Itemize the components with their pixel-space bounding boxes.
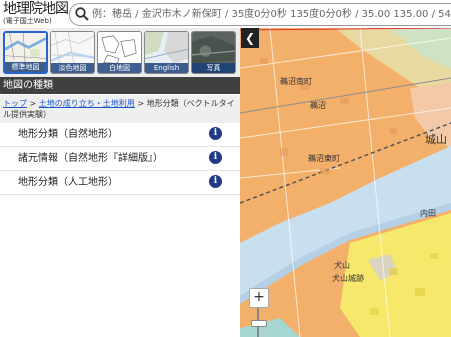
collapse-panel-button[interactable]: ❮ bbox=[241, 28, 259, 48]
breadcrumb: トップ > 土地の成り立ち・土地利用 > 地形分類（ベクトルタイル提供実験） bbox=[0, 95, 240, 123]
map-type-pale[interactable]: 淡色地図 bbox=[50, 31, 95, 74]
map-type-standard[interactable]: 標準地図 bbox=[3, 31, 48, 74]
chevron-left-icon: ❮ bbox=[244, 31, 256, 45]
search-box bbox=[69, 3, 451, 26]
map-label: 内田 bbox=[420, 209, 436, 218]
breadcrumb-separator: > bbox=[134, 99, 147, 108]
panel-heading: 地図の種類 bbox=[0, 77, 240, 94]
app-subtitle: (電子国土Web) bbox=[3, 17, 52, 25]
breadcrumb-level1-link[interactable]: 土地の成り立ち・土地利用 bbox=[39, 99, 135, 108]
map-type-blank[interactable]: 白地図 bbox=[97, 31, 142, 74]
map-type-label: 淡色地図 bbox=[51, 63, 94, 73]
breadcrumb-separator: > bbox=[27, 99, 39, 108]
zoom-in-button[interactable]: + bbox=[249, 288, 269, 308]
map-canvas[interactable]: 鵜沼南町 鵜沼 城山 鵜沼東町 犬山 犬山城跡 内田 bbox=[240, 28, 451, 337]
map-type-selector: 標準地図 淡色地図 白地図 English 写真 bbox=[0, 28, 240, 77]
list-item-label: 地形分類（自然地形） bbox=[18, 129, 118, 140]
layer-list: 地形分類（自然地形） i 諸元情報（自然地形『詳細版』） i 地形分類（人工地形… bbox=[0, 123, 240, 195]
zoom-slider-handle[interactable] bbox=[251, 320, 267, 327]
landform-map bbox=[240, 28, 451, 337]
search-input[interactable] bbox=[92, 4, 451, 25]
header-bar: 地理院地図 (電子国土Web) bbox=[0, 0, 451, 29]
list-item-label: 地形分類（人工地形） bbox=[18, 177, 118, 188]
breadcrumb-top-link[interactable]: トップ bbox=[3, 99, 27, 108]
app-logo[interactable]: 地理院地図 (電子国土Web) bbox=[3, 1, 69, 26]
map-label: 犬山 bbox=[334, 261, 350, 270]
map-type-photo[interactable]: 写真 bbox=[191, 31, 236, 74]
info-icon[interactable]: i bbox=[209, 175, 222, 188]
map-type-english[interactable]: English bbox=[144, 31, 189, 74]
app-title: 地理院地図 bbox=[3, 1, 69, 17]
map-type-label: 写真 bbox=[192, 63, 235, 73]
list-item-label: 諸元情報（自然地形『詳細版』） bbox=[18, 153, 163, 164]
map-type-label: 白地図 bbox=[98, 63, 141, 73]
map-label: 鵜沼 bbox=[310, 101, 326, 110]
map-label: 鵜沼南町 bbox=[280, 77, 312, 86]
list-item-natural-landform[interactable]: 地形分類（自然地形） i bbox=[0, 123, 240, 147]
list-item-detailed-info[interactable]: 諸元情報（自然地形『詳細版』） i bbox=[0, 147, 240, 171]
map-type-label: English bbox=[145, 63, 188, 73]
map-type-label: 標準地図 bbox=[5, 62, 46, 72]
map-label: 鵜沼東町 bbox=[308, 154, 340, 163]
info-icon[interactable]: i bbox=[209, 127, 222, 140]
sidebar-panel: 標準地図 淡色地図 白地図 English 写真 地図の種類 トップ > 土地の… bbox=[0, 28, 240, 337]
zoom-control: + bbox=[249, 288, 269, 337]
info-icon[interactable]: i bbox=[209, 151, 222, 164]
list-item-artificial-landform[interactable]: 地形分類（人工地形） i bbox=[0, 171, 240, 195]
map-label: 城山 bbox=[425, 133, 447, 146]
search-icon[interactable] bbox=[75, 7, 89, 21]
map-label: 犬山城跡 bbox=[332, 274, 364, 283]
